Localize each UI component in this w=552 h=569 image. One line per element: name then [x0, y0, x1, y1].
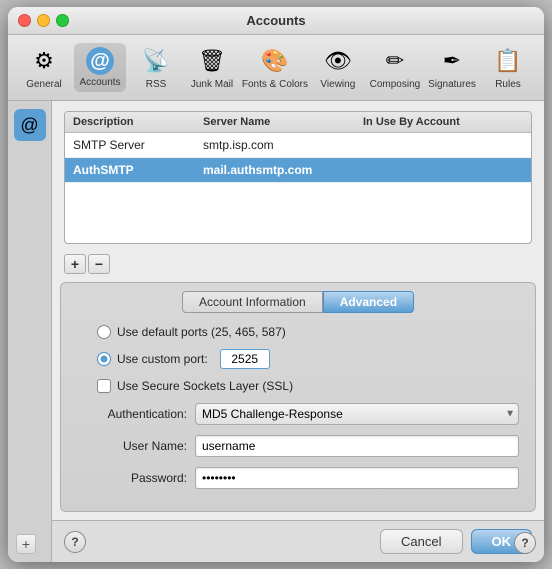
bottom-add-button[interactable]: +	[16, 534, 36, 554]
maximize-button[interactable]	[56, 14, 69, 27]
table-empty-area	[65, 183, 531, 243]
rules-icon: 📋	[492, 45, 524, 77]
help-button[interactable]: ?	[64, 531, 86, 553]
toolbar-item-rules[interactable]: 📋 Rules	[482, 41, 534, 94]
bottom-help-button[interactable]: ?	[514, 532, 536, 554]
server-table: Description Server Name In Use By Accoun…	[64, 111, 532, 244]
row1-inuse	[355, 136, 531, 154]
header-description: Description	[65, 114, 195, 130]
bottom-right-buttons: Cancel OK	[380, 529, 532, 554]
bottom-bar: ? Cancel OK	[52, 520, 544, 562]
sidebar: @	[8, 101, 52, 562]
toolbar-label-viewing: Viewing	[320, 79, 355, 90]
toolbar-item-accounts[interactable]: @ Accounts	[74, 43, 126, 92]
window-controls	[18, 14, 69, 27]
toolbar-item-signatures[interactable]: ✒ Signatures	[426, 41, 478, 94]
tab-bar: Account Information Advanced	[61, 283, 535, 313]
minimize-button[interactable]	[37, 14, 50, 27]
header-in-use: In Use By Account	[355, 114, 531, 130]
ssl-checkbox-label: Use Secure Sockets Layer (SSL)	[117, 379, 293, 393]
add-server-button[interactable]: +	[64, 254, 86, 274]
toolbar-item-rss[interactable]: 📡 RSS	[130, 41, 182, 94]
radio-default-ports[interactable]	[97, 325, 111, 339]
general-icon: ⚙	[28, 45, 60, 77]
main-window: Accounts ⚙ General @ Accounts 📡 RSS 🗑 Ju…	[8, 7, 544, 562]
ssl-checkbox[interactable]	[97, 379, 111, 393]
config-area: Account Information Advanced Use default…	[60, 282, 536, 512]
form-area: Use default ports (25, 465, 587) Use cus…	[61, 313, 535, 501]
header-server-name: Server Name	[195, 114, 355, 130]
remove-server-button[interactable]: −	[88, 254, 110, 274]
toolbar-label-composing: Composing	[370, 79, 421, 90]
username-row: User Name:	[77, 435, 519, 457]
accounts-icon: @	[86, 47, 114, 75]
window-title: Accounts	[246, 13, 305, 28]
username-input[interactable]	[195, 435, 519, 457]
row1-description: SMTP Server	[65, 136, 195, 154]
junk-mail-icon: 🗑	[196, 45, 228, 77]
right-panel: Description Server Name In Use By Accoun…	[52, 101, 544, 562]
toolbar-item-general[interactable]: ⚙ General	[18, 41, 70, 94]
table-row[interactable]: AuthSMTP mail.authsmtp.com	[65, 158, 531, 183]
username-label: User Name:	[77, 439, 187, 453]
rss-icon: 📡	[140, 45, 172, 77]
tab-advanced[interactable]: Advanced	[323, 291, 414, 313]
titlebar: Accounts	[8, 7, 544, 35]
password-input[interactable]	[195, 467, 519, 489]
signatures-icon: ✒	[436, 45, 468, 77]
toolbar-label-signatures: Signatures	[428, 79, 476, 90]
toolbar-label-general: General	[26, 79, 62, 90]
radio-default-ports-row: Use default ports (25, 465, 587)	[77, 325, 519, 339]
cancel-button[interactable]: Cancel	[380, 529, 462, 554]
toolbar-item-composing[interactable]: ✏ Composing	[368, 41, 422, 94]
password-row: Password:	[77, 467, 519, 489]
toolbar: ⚙ General @ Accounts 📡 RSS 🗑 Junk Mail 🎨…	[8, 35, 544, 101]
radio-custom-port[interactable]	[97, 352, 111, 366]
sidebar-account-icon[interactable]: @	[14, 109, 46, 141]
toolbar-label-accounts: Accounts	[79, 77, 120, 88]
ssl-checkbox-row: Use Secure Sockets Layer (SSL)	[77, 379, 519, 393]
fonts-colors-icon: 🎨	[259, 45, 291, 77]
radio-default-ports-label: Use default ports (25, 465, 587)	[117, 325, 286, 339]
toolbar-label-junk-mail: Junk Mail	[191, 79, 233, 90]
toolbar-item-junk-mail[interactable]: 🗑 Junk Mail	[186, 41, 238, 94]
authentication-row: Authentication: MD5 Challenge-Response N…	[77, 403, 519, 425]
table-header: Description Server Name In Use By Accoun…	[65, 112, 531, 133]
composing-icon: ✏	[379, 45, 411, 77]
main-content: @ Description Server Name In Use By Acco…	[8, 101, 544, 562]
row1-server: smtp.isp.com	[195, 136, 355, 154]
toolbar-item-fonts-colors[interactable]: 🎨 Fonts & Colors	[242, 41, 308, 94]
password-label: Password:	[77, 471, 187, 485]
close-button[interactable]	[18, 14, 31, 27]
toolbar-label-rules: Rules	[495, 79, 521, 90]
server-list-area: Description Server Name In Use By Accoun…	[52, 101, 544, 250]
table-row[interactable]: SMTP Server smtp.isp.com	[65, 133, 531, 158]
radio-custom-port-row: Use custom port:	[77, 349, 519, 369]
viewing-icon: 👁	[322, 45, 354, 77]
row2-description: AuthSMTP	[65, 161, 195, 179]
row2-inuse	[355, 161, 531, 179]
toolbar-label-fonts-colors: Fonts & Colors	[242, 79, 308, 90]
custom-port-input[interactable]	[220, 349, 270, 369]
row2-server: mail.authsmtp.com	[195, 161, 355, 179]
authentication-label: Authentication:	[77, 407, 187, 421]
toolbar-label-rss: RSS	[146, 79, 167, 90]
radio-custom-port-label: Use custom port:	[117, 352, 208, 366]
authentication-select[interactable]: MD5 Challenge-Response None Password Ker…	[195, 403, 519, 425]
add-remove-bar: + −	[52, 250, 544, 282]
authentication-select-wrapper: MD5 Challenge-Response None Password Ker…	[195, 403, 519, 425]
tab-account-information[interactable]: Account Information	[182, 291, 323, 313]
toolbar-item-viewing[interactable]: 👁 Viewing	[312, 41, 364, 94]
